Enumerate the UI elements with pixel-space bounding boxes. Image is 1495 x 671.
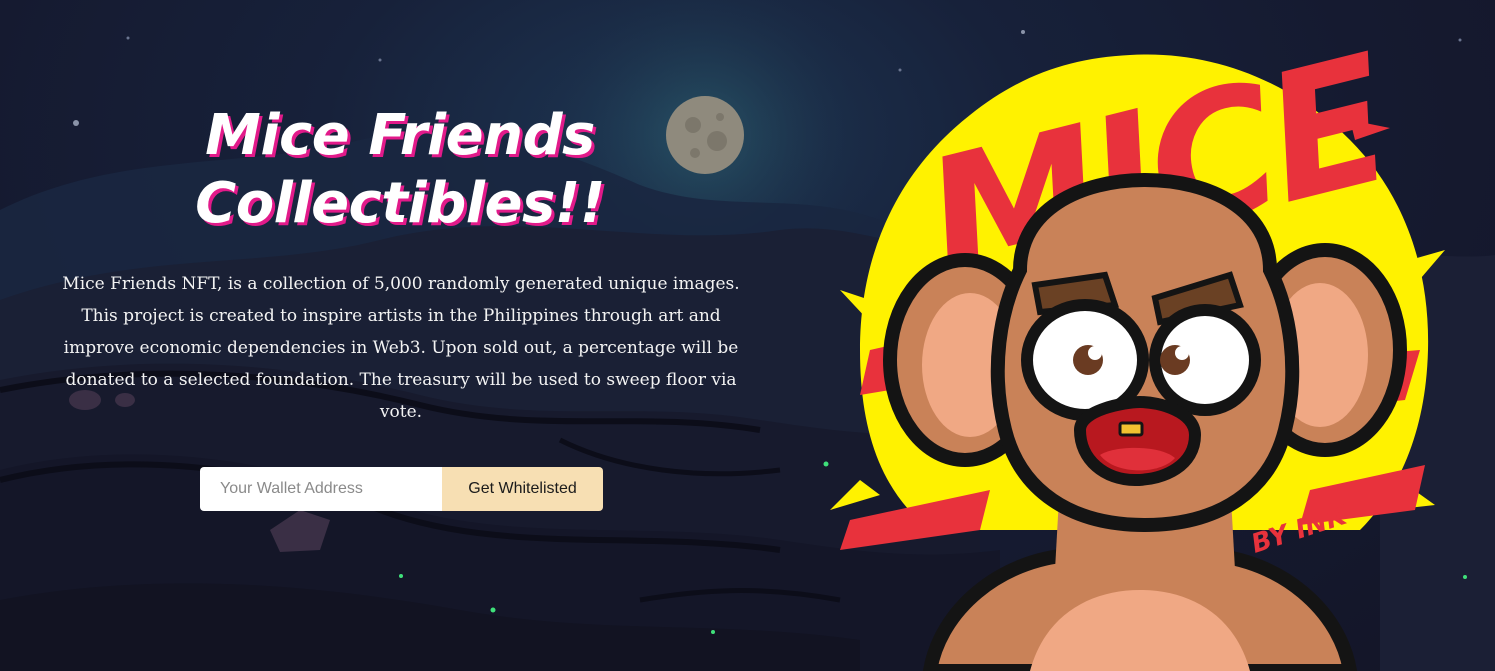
hero-description: Mice Friends NFT, is a collection of 5,0… [62, 274, 740, 422]
get-whitelisted-button[interactable]: Get Whitelisted [442, 467, 603, 511]
mascot-mouth [1073, 395, 1202, 487]
hero-title: Mice Friends Collectibles!! [140, 102, 660, 238]
whitelist-form: Get Whitelisted [200, 467, 603, 511]
mascot-right-eye [1149, 304, 1261, 416]
moon-icon [666, 96, 744, 174]
hero-title-line2: Collectibles!! [195, 171, 605, 236]
hero-title-line1: Mice Friends [205, 103, 595, 168]
wallet-address-input[interactable] [200, 467, 442, 511]
mice-friends-mascot-artwork: MICE BY INK [830, 50, 1445, 671]
